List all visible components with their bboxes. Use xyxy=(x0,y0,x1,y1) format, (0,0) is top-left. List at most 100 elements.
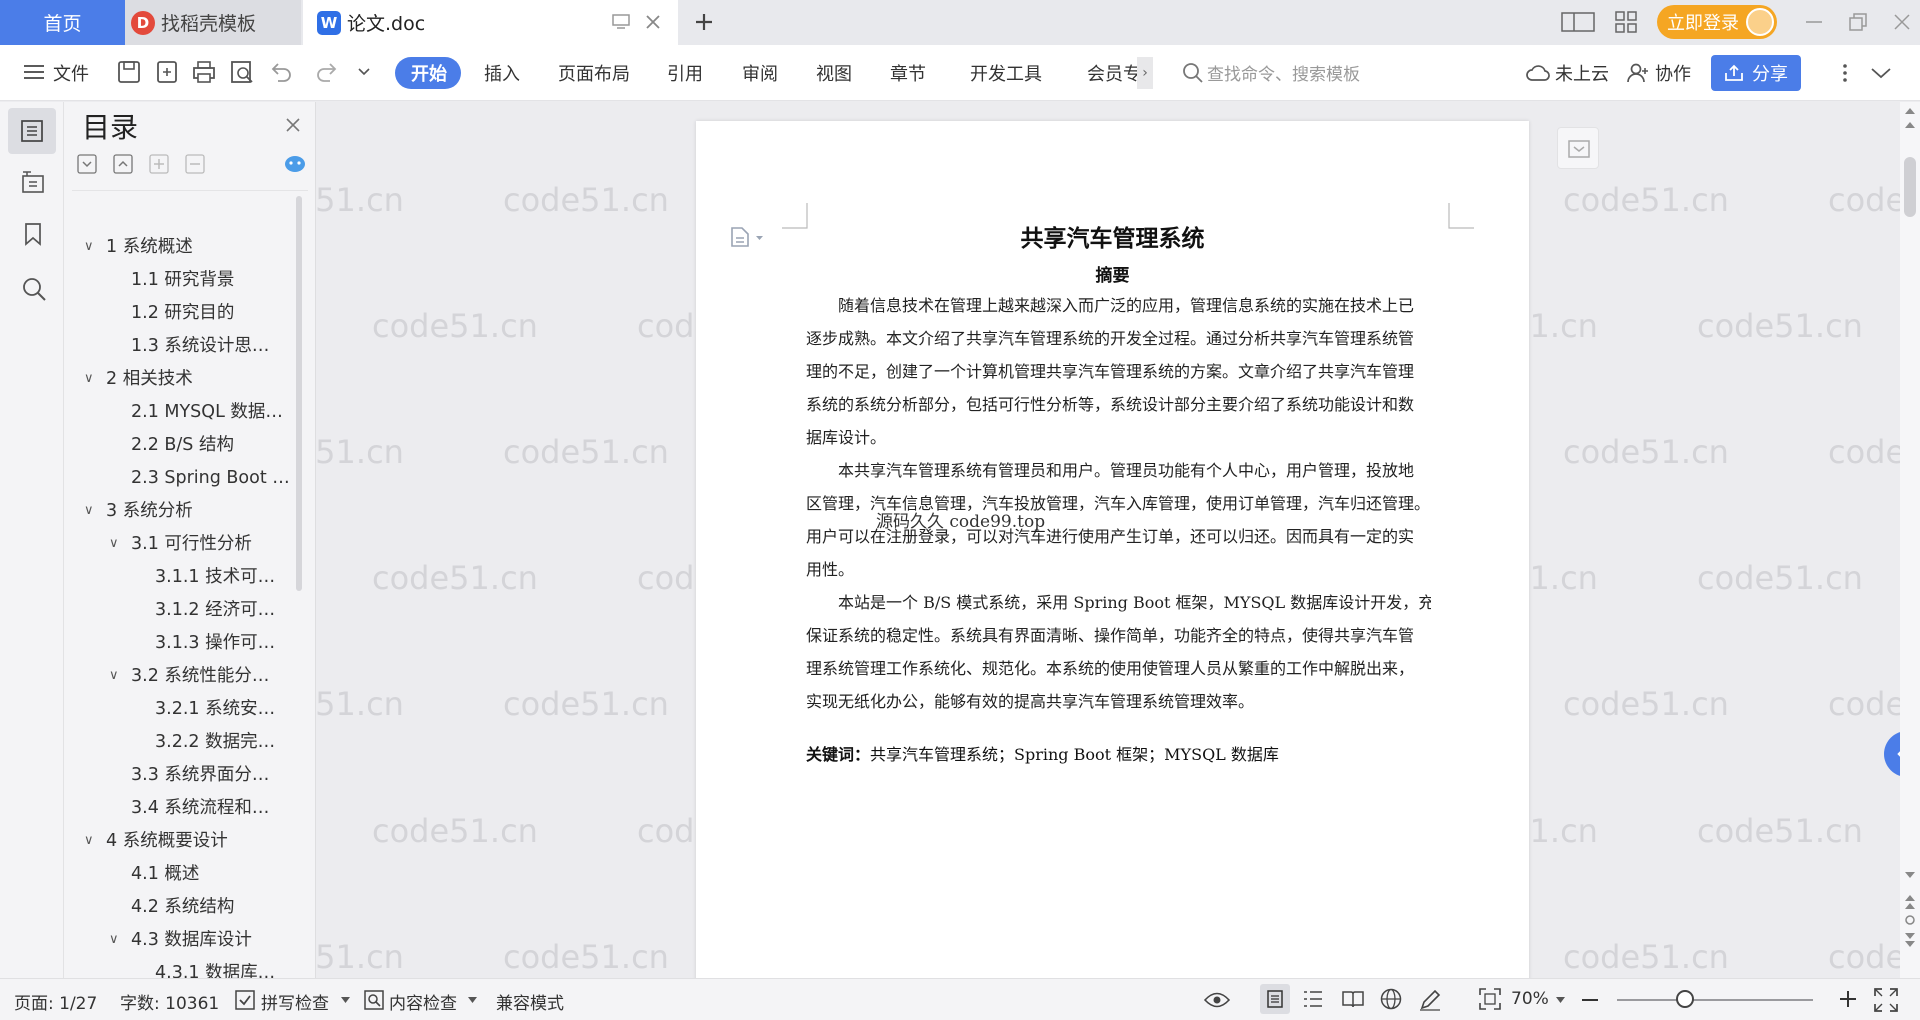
page-view-button[interactable] xyxy=(1260,984,1290,1014)
page-float-menu[interactable] xyxy=(1557,127,1599,169)
collapse-all-icon[interactable] xyxy=(112,153,134,175)
minimize-icon[interactable] xyxy=(1806,20,1822,24)
tab-insert[interactable]: 插入 xyxy=(484,60,520,86)
document-page[interactable]: 共享汽车管理系统 摘要 随着信息技术在管理上越来越深入而广泛的应用，管理信息系统… xyxy=(696,121,1529,978)
tab-home[interactable]: 首页 xyxy=(0,0,125,45)
fit-page-icon[interactable] xyxy=(1479,988,1501,1010)
page-counter[interactable]: 页面: 1/27 xyxy=(14,989,97,1014)
menu-icon[interactable] xyxy=(24,64,44,80)
next-page-icon[interactable] xyxy=(1905,933,1915,947)
tab-start[interactable]: 开始 xyxy=(411,60,447,86)
find-icon[interactable] xyxy=(21,276,47,302)
scroll-down-arrow-icon[interactable] xyxy=(1905,872,1915,878)
toc-item[interactable]: 3.3 系统界面分… xyxy=(131,760,269,790)
cloud-status[interactable]: 未上云 xyxy=(1555,60,1609,86)
toc-rail-button[interactable] xyxy=(8,108,56,154)
zoom-in-icon[interactable] xyxy=(1839,990,1857,1008)
zoom-dropdown-icon[interactable] xyxy=(1556,997,1565,1003)
toc-expand-chevron-icon[interactable]: ∨ xyxy=(109,536,123,551)
file-menu[interactable]: 文件 xyxy=(53,60,89,86)
pen-tool-icon[interactable] xyxy=(1418,988,1442,1012)
toc-item[interactable]: 3.1.3 操作可… xyxy=(155,628,275,658)
more-options-icon[interactable] xyxy=(1843,64,1847,82)
toc-expand-chevron-icon[interactable]: ∨ xyxy=(84,371,98,386)
tab-member[interactable]: 会员专 xyxy=(1087,60,1143,86)
toc-expand-chevron-icon[interactable]: ∨ xyxy=(109,932,123,947)
tab-developer[interactable]: 开发工具 xyxy=(970,60,1042,86)
select-browse-icon[interactable] xyxy=(1905,915,1915,925)
tab-references[interactable]: 引用 xyxy=(667,60,703,86)
document-canvas[interactable]: code51.cn code51.cn code51.cn code51.cn code… xyxy=(317,102,1900,978)
toc-item[interactable]: 2.3 Spring Boot … xyxy=(131,463,290,493)
outline-view-icon[interactable] xyxy=(1303,990,1323,1008)
bookmark-icon[interactable] xyxy=(23,222,43,246)
tab-daoke-templates[interactable]: D 找稻壳模板 xyxy=(125,0,301,45)
zoom-out-icon[interactable] xyxy=(1582,998,1598,1002)
tab-chapter[interactable]: 章节 xyxy=(890,60,926,86)
print-icon[interactable] xyxy=(191,59,217,85)
toc-expand-chevron-icon[interactable]: ∨ xyxy=(84,503,98,518)
toc-item[interactable]: 3.1 可行性分析 xyxy=(131,529,252,559)
toc-item[interactable]: 1.1 研究背景 xyxy=(131,265,234,295)
toc-item[interactable]: 1.3 系统设计思… xyxy=(131,331,269,361)
content-check-button[interactable]: 内容检查 xyxy=(389,989,457,1014)
content-dropdown-icon[interactable] xyxy=(468,997,477,1003)
collapse-ribbon-icon[interactable] xyxy=(1870,67,1892,79)
redo-icon[interactable] xyxy=(314,59,340,85)
smart-toc-icon[interactable] xyxy=(284,154,306,174)
eye-protection-icon[interactable] xyxy=(1203,989,1231,1011)
toc-item[interactable]: 4.3.1 数据库… xyxy=(155,958,275,978)
zoom-level[interactable]: 70% xyxy=(1511,989,1549,1009)
toc-expand-chevron-icon[interactable]: ∨ xyxy=(84,239,98,254)
tab-page-layout[interactable]: 页面布局 xyxy=(558,60,630,86)
scroll-up-page-icon[interactable] xyxy=(1905,122,1915,128)
scrollbar-thumb[interactable] xyxy=(1904,157,1916,217)
export-pdf-icon[interactable] xyxy=(154,59,180,85)
prev-page-icon[interactable] xyxy=(1905,895,1915,909)
remove-heading-icon[interactable] xyxy=(184,153,206,175)
close-window-icon[interactable] xyxy=(1893,13,1911,31)
tab-review[interactable]: 审阅 xyxy=(742,60,778,86)
more-quick-tools-icon[interactable] xyxy=(358,68,370,76)
word-count[interactable]: 字数: 10361 xyxy=(120,989,219,1014)
expand-all-icon[interactable] xyxy=(76,153,98,175)
scroll-up-arrow-icon[interactable] xyxy=(1905,108,1915,114)
toc-item[interactable]: 4.2 系统结构 xyxy=(131,892,234,922)
toc-item[interactable]: 3.4 系统流程和… xyxy=(131,793,269,823)
login-button[interactable]: 立即登录 xyxy=(1657,5,1777,39)
fullscreen-icon[interactable] xyxy=(1874,988,1898,1012)
toc-item[interactable]: 2 相关技术 xyxy=(106,364,193,394)
tab-document[interactable]: W 论文.doc xyxy=(303,0,678,45)
spell-dropdown-icon[interactable] xyxy=(341,997,350,1003)
toc-expand-chevron-icon[interactable]: ∨ xyxy=(109,668,123,683)
close-tab-icon[interactable] xyxy=(645,14,661,30)
new-tab-plus-icon[interactable] xyxy=(694,12,714,32)
toc-item[interactable]: 2.2 B/S 结构 xyxy=(131,430,234,460)
print-preview-icon[interactable] xyxy=(229,59,255,85)
toc-item[interactable]: 3 系统分析 xyxy=(106,496,193,526)
toc-item[interactable]: 3.1.2 经济可… xyxy=(155,595,275,625)
zoom-slider-track[interactable] xyxy=(1617,999,1813,1001)
tab-view[interactable]: 视图 xyxy=(816,60,852,86)
side-panel-toggle[interactable] xyxy=(1884,731,1900,777)
toc-item[interactable]: 3.2 系统性能分… xyxy=(131,661,269,691)
reading-view-icon[interactable] xyxy=(1341,989,1365,1009)
web-view-icon[interactable] xyxy=(1380,988,1402,1010)
undo-icon[interactable] xyxy=(268,59,294,85)
save-icon[interactable] xyxy=(116,59,142,85)
toc-item[interactable]: 3.1.1 技术可… xyxy=(155,562,275,592)
toc-item[interactable]: 3.2.1 系统安… xyxy=(155,694,275,724)
toc-item[interactable]: 4.1 概述 xyxy=(131,859,199,889)
chapter-nav-icon[interactable] xyxy=(21,170,45,194)
zoom-slider-thumb[interactable] xyxy=(1676,990,1694,1008)
toc-item[interactable]: 1 系统概述 xyxy=(106,232,193,262)
share-button[interactable]: 分享 xyxy=(1711,55,1801,91)
toc-item[interactable]: 2.1 MYSQL 数据… xyxy=(131,397,283,427)
apps-grid-icon[interactable] xyxy=(1615,11,1637,33)
vertical-scrollbar[interactable] xyxy=(1900,102,1920,978)
toc-scrollbar[interactable] xyxy=(296,196,302,591)
tabs-scroll-right-icon[interactable]: › xyxy=(1137,57,1153,89)
search-input[interactable]: 查找命令、搜索模板 xyxy=(1207,60,1360,85)
collaborate-button[interactable]: 协作 xyxy=(1655,60,1691,86)
window-mode-icon[interactable] xyxy=(612,14,630,30)
